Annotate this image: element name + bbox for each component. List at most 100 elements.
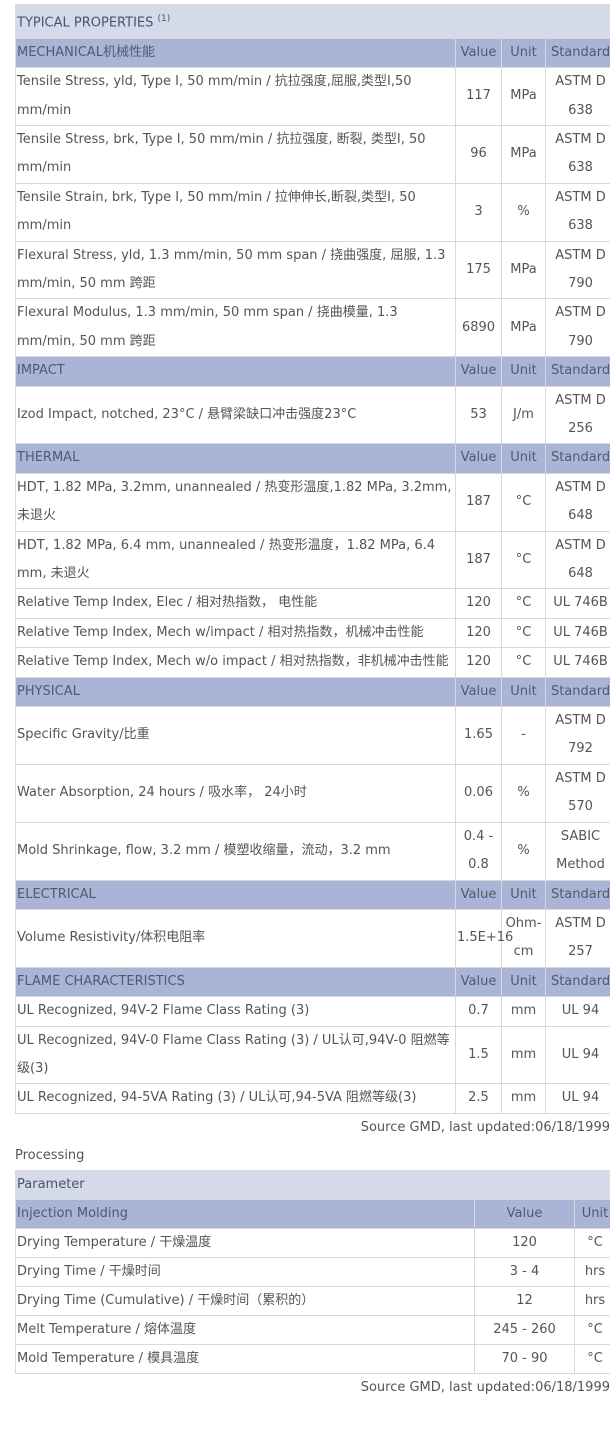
section-header-value: Value	[455, 676, 502, 708]
property-name: HDT, 1.82 MPa, 3.2mm, unannealed / 热变形温度…	[15, 472, 456, 532]
processing-param-value: 70 - 90	[474, 1343, 575, 1374]
property-row: Mold Shrinkage, flow, 3.2 mm / 模塑收缩量，流动，…	[15, 821, 610, 881]
section-header-unit: Unit	[501, 676, 546, 708]
property-unit: %	[501, 763, 546, 823]
property-name: Izod Impact, notched, 23°C / 悬臂梁缺口冲击强度23…	[15, 385, 456, 445]
property-row: Tensile Stress, brk, Type I, 50 mm/min /…	[15, 124, 610, 184]
processing-row: Drying Temperature / 干燥温度 120 °C	[15, 1227, 610, 1258]
section-header-row: MECHANICAL机械性能 Value Unit Standard	[15, 37, 610, 69]
property-unit: °C	[501, 647, 546, 678]
section-header-standard: Standard	[544, 676, 610, 708]
property-name: Relative Temp Index, Elec / 相对热指数， 电性能	[15, 588, 456, 619]
property-standard: ASTM D 638	[544, 67, 610, 126]
property-name: Mold Shrinkage, flow, 3.2 mm / 模塑收缩量，流动，…	[15, 821, 456, 881]
property-row: Relative Temp Index, Elec / 相对热指数， 电性能 12…	[15, 588, 610, 619]
processing-param-unit: °C	[574, 1227, 610, 1258]
property-standard: ASTM D 638	[544, 124, 610, 184]
property-unit: mm	[501, 1083, 546, 1114]
property-unit: °C	[501, 530, 546, 590]
property-unit: °C	[501, 588, 546, 619]
properties-title: TYPICAL PROPERTIES	[17, 15, 154, 31]
section-name: THERMAL	[15, 443, 456, 474]
processing-param-unit: °C	[574, 1343, 610, 1374]
property-row: Tensile Stress, yld, Type I, 50 mm/min /…	[15, 67, 610, 126]
section-header-standard: Standard	[544, 356, 610, 387]
processing-param-value: 120	[474, 1227, 575, 1258]
processing-param-name: Drying Time (Cumulative) / 干燥时间（累积的）	[15, 1285, 475, 1316]
properties-title-row: TYPICAL PROPERTIES (1)	[15, 4, 610, 39]
property-value: 120	[455, 588, 502, 619]
section-header-row: FLAME CHARACTERISTICS Value Unit Standard	[15, 966, 610, 998]
processing-header-value: Value	[474, 1198, 575, 1229]
section-name: ELECTRICAL	[15, 879, 456, 910]
property-value: 1.5	[455, 1025, 502, 1085]
property-standard: UL 746B	[544, 588, 610, 619]
property-standard: ASTM D 792	[544, 706, 610, 765]
property-value: 0.7	[455, 996, 502, 1027]
property-name: Volume Resistivity/体积电阻率	[15, 908, 456, 968]
section-name: IMPACT	[15, 356, 456, 387]
property-row: Tensile Strain, brk, Type I, 50 mm/min /…	[15, 182, 610, 242]
property-name: Water Absorption, 24 hours / 吸水率， 24小时	[15, 763, 456, 823]
processing-param-value: 3 - 4	[474, 1256, 575, 1287]
section-header-value: Value	[455, 356, 502, 387]
processing-section-name: Injection Molding	[15, 1198, 475, 1229]
processing-param-name: Drying Time / 干燥时间	[15, 1256, 475, 1287]
property-name: Relative Temp Index, Mech w/o impact / 相…	[15, 647, 456, 678]
property-value: 175	[455, 240, 502, 300]
property-value: 6890	[455, 298, 502, 358]
processing-param-unit: hrs	[574, 1285, 610, 1316]
property-name: UL Recognized, 94-5VA Rating (3) / UL认可,…	[15, 1083, 456, 1114]
processing-title: Parameter	[15, 1169, 610, 1200]
property-row: UL Recognized, 94V-0 Flame Class Rating …	[15, 1025, 610, 1085]
property-standard: UL 94	[544, 996, 610, 1027]
property-name: Tensile Stress, yld, Type I, 50 mm/min /…	[15, 67, 456, 126]
property-value: 3	[455, 182, 502, 242]
section-header-standard: Standard	[544, 37, 610, 69]
processing-param-name: Mold Temperature / 模具温度	[15, 1343, 475, 1374]
property-standard: ASTM D 570	[544, 763, 610, 823]
processing-param-value: 245 - 260	[474, 1314, 575, 1345]
section-header-value: Value	[455, 879, 502, 910]
property-name: UL Recognized, 94V-0 Flame Class Rating …	[15, 1025, 456, 1085]
property-value: 120	[455, 617, 502, 649]
processing-title-row: Parameter	[15, 1169, 610, 1200]
property-row: Flexural Stress, yld, 1.3 mm/min, 50 mm …	[15, 240, 610, 300]
processing-header-unit: Unit	[574, 1198, 610, 1229]
property-standard: UL 94	[544, 1083, 610, 1114]
section-header-unit: Unit	[501, 356, 546, 387]
processing-section-row: Injection Molding Value Unit	[15, 1198, 610, 1229]
property-name: UL Recognized, 94V-2 Flame Class Rating …	[15, 996, 456, 1027]
property-unit: J/m	[501, 385, 546, 445]
processing-label: Processing	[15, 1147, 85, 1163]
processing-source: Source GMD, last updated:06/18/1999	[360, 1379, 610, 1395]
property-unit: mm	[501, 1025, 546, 1085]
property-unit: -	[501, 706, 546, 765]
property-row: HDT, 1.82 MPa, 6.4 mm, unannealed / 热变形温…	[15, 530, 610, 590]
property-row: HDT, 1.82 MPa, 3.2mm, unannealed / 热变形温度…	[15, 472, 610, 532]
property-value: 0.06	[455, 763, 502, 823]
property-name: Relative Temp Index, Mech w/impact / 相对热…	[15, 617, 456, 649]
property-value: 1.5E+16	[455, 908, 513, 968]
processing-param-unit: °C	[574, 1314, 610, 1345]
property-standard: ASTM D 648	[544, 472, 610, 532]
property-value: 1.65	[455, 706, 502, 765]
property-unit: %	[501, 182, 546, 242]
property-standard: ASTM D 257	[544, 908, 610, 968]
section-name: FLAME CHARACTERISTICS	[15, 966, 456, 998]
property-name: Flexural Modulus, 1.3 mm/min, 50 mm span…	[15, 298, 456, 358]
property-unit: %	[501, 821, 546, 881]
section-name: PHYSICAL	[15, 676, 456, 708]
properties-source: Source GMD, last updated:06/18/1999	[360, 1119, 610, 1135]
property-standard: ASTM D 256	[544, 385, 610, 445]
property-value: 120	[455, 647, 502, 678]
section-header-unit: Unit	[501, 37, 546, 69]
property-unit: MPa	[501, 124, 546, 184]
property-unit: mm	[501, 996, 546, 1027]
properties-title-footnote: (1)	[157, 14, 171, 24]
property-value: 0.4 - 0.8	[455, 821, 502, 881]
section-header-unit: Unit	[501, 443, 546, 474]
section-header-row: PHYSICAL Value Unit Standard	[15, 676, 610, 708]
processing-param-value: 12	[474, 1285, 575, 1316]
property-row: Relative Temp Index, Mech w/o impact / 相…	[15, 647, 610, 678]
